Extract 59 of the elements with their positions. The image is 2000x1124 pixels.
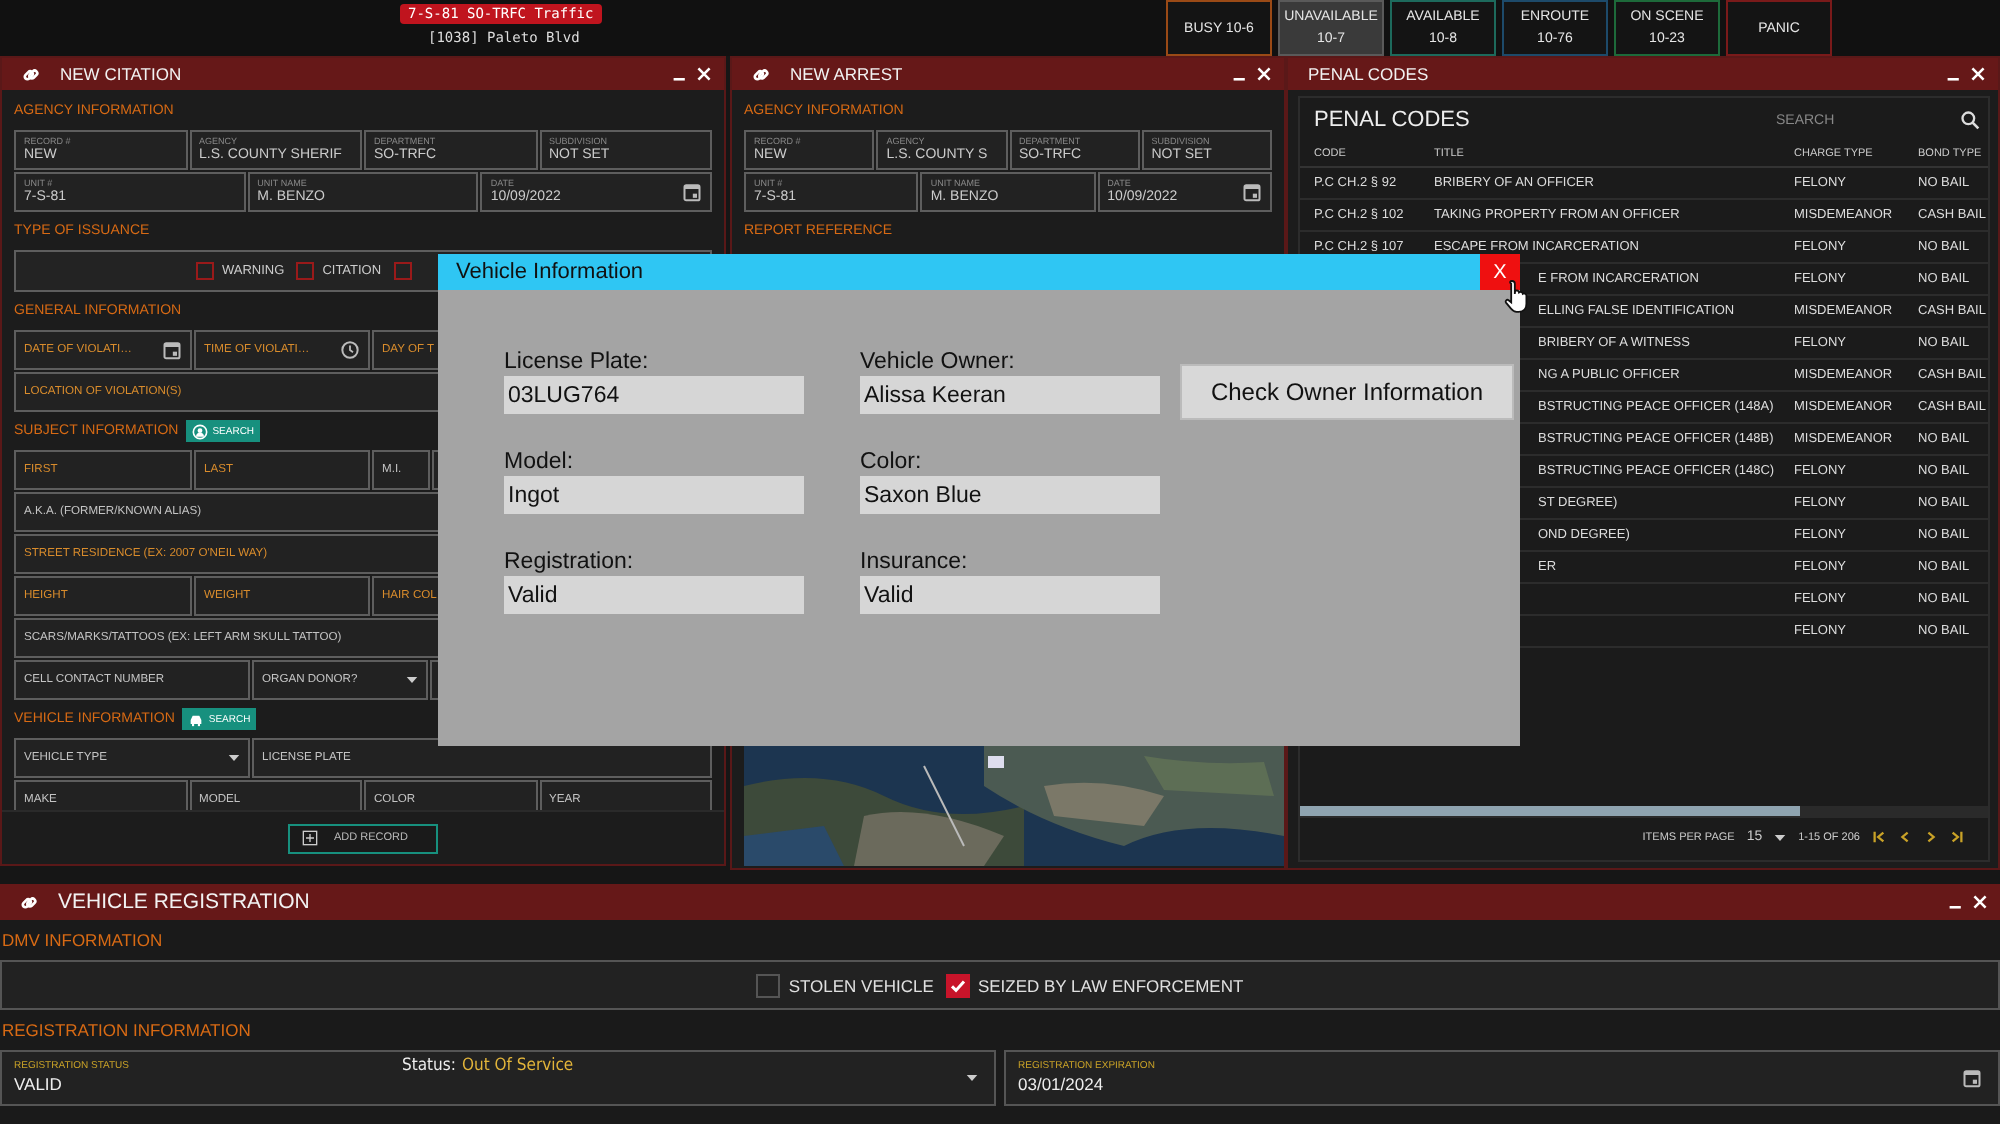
next-page-icon[interactable] (1924, 830, 1938, 844)
value-field[interactable]: Alissa Keeran (860, 376, 1160, 414)
checkbox-label: STOLEN VEHICLE (788, 975, 934, 995)
checkbox[interactable] (296, 262, 315, 280)
window-title: PENAL CODES (1308, 64, 1431, 84)
caret-icon (966, 1074, 978, 1082)
value-field[interactable]: Valid (860, 576, 1160, 614)
clock-icon[interactable] (340, 340, 360, 360)
window-title: NEW ARREST (790, 64, 905, 84)
field-label: Registration: (504, 550, 636, 574)
link-icon (752, 65, 770, 83)
check-owner-button[interactable]: Check Owner Information (1180, 364, 1514, 420)
checkbox-label: SEIZED BY LAW ENFORCEMENT (977, 975, 1244, 995)
hand-cursor-icon (1504, 278, 1532, 314)
section-heading: DMV INFORMATION (0, 928, 165, 954)
status-value: Out Of Service (461, 1056, 574, 1076)
value-field[interactable]: Valid (504, 576, 804, 614)
value-field[interactable]: 03LUG764 (504, 376, 804, 414)
search-icon[interactable] (1960, 110, 1980, 130)
window-title: VEHICLE REGISTRATION (58, 890, 312, 914)
caret-icon (228, 754, 240, 762)
calendar-icon[interactable] (681, 182, 702, 202)
checkbox[interactable] (756, 973, 781, 997)
value-field[interactable]: Ingot (504, 476, 804, 514)
close-icon[interactable] (1256, 66, 1272, 82)
field-label: Model: (504, 450, 576, 474)
previous-page-icon[interactable] (1898, 830, 1912, 844)
first-page-icon[interactable] (1872, 830, 1886, 844)
calendar-icon[interactable] (1962, 1068, 1982, 1088)
checkbox[interactable] (945, 973, 970, 997)
panel-heading: PENAL CODES (1314, 108, 1472, 132)
dialog-title: Vehicle Information (456, 260, 646, 284)
close-icon[interactable] (1972, 894, 1988, 910)
value-field[interactable]: Saxon Blue (860, 476, 1160, 514)
link-icon (22, 65, 40, 83)
last-page-icon[interactable] (1950, 830, 1964, 844)
link-icon (20, 893, 38, 911)
caret-icon (406, 676, 418, 684)
close-icon[interactable] (1970, 66, 1986, 82)
window-title: NEW CITATION (60, 64, 184, 84)
section-heading: REGISTRATION INFORMATION (0, 1018, 253, 1044)
field-label: Insurance: (860, 550, 970, 574)
status-label: Status: (402, 1056, 456, 1076)
field-value: 03/01/2024 (1018, 1076, 1104, 1094)
plus-box-icon (302, 830, 318, 846)
checkbox[interactable] (196, 262, 214, 280)
close-icon[interactable] (696, 66, 712, 82)
field-value: VALID (14, 1076, 62, 1094)
checkbox[interactable] (393, 262, 412, 280)
scrollbar[interactable] (1300, 806, 1988, 818)
calendar-icon[interactable] (1242, 182, 1262, 202)
field-label: Color: (860, 450, 924, 474)
calendar-icon[interactable] (162, 340, 182, 360)
close-button[interactable]: X (1480, 254, 1520, 290)
caret-icon (1774, 833, 1787, 841)
person-icon (192, 423, 209, 439)
field-label: Vehicle Owner: (860, 350, 1017, 374)
field-label: License Plate: (504, 350, 651, 374)
car-icon (188, 711, 205, 727)
